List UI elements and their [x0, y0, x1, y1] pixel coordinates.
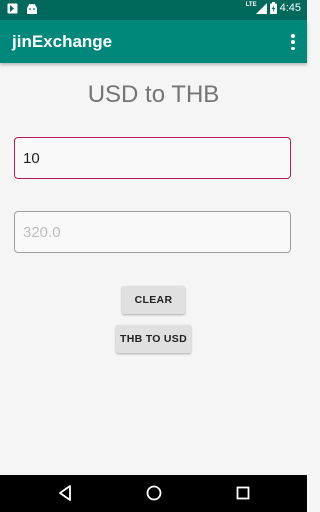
overflow-menu-icon[interactable]	[291, 34, 295, 50]
app-bar: jinExchange	[0, 20, 307, 63]
back-icon[interactable]	[57, 484, 73, 502]
signal-icon	[255, 2, 267, 14]
navigation-bar	[0, 475, 307, 512]
home-icon[interactable]	[145, 484, 163, 502]
battery-icon	[269, 2, 277, 14]
status-bar: LTE 4:45	[0, 0, 307, 20]
app-title: jinExchange	[12, 32, 113, 51]
thb-to-usd-button[interactable]: THB TO USD	[116, 325, 191, 353]
android-icon	[27, 3, 37, 14]
usd-amount-input[interactable]	[14, 137, 291, 179]
notification-icon	[7, 3, 18, 14]
clear-button[interactable]: CLEAR	[122, 286, 185, 314]
recents-icon[interactable]	[235, 484, 251, 502]
clock: 4:45	[279, 2, 301, 14]
page-title: USD to THB	[87, 81, 220, 108]
thb-amount-output[interactable]	[14, 211, 291, 253]
